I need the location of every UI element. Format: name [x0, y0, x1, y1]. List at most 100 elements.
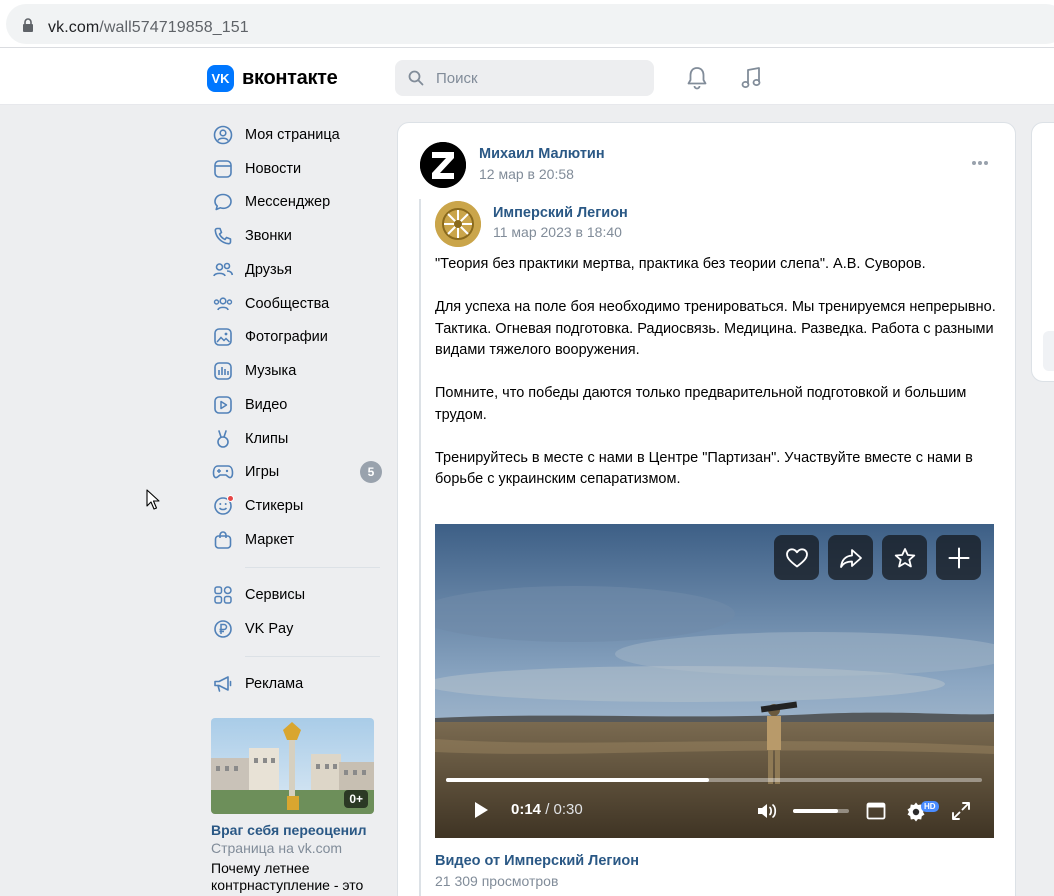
- like-video-button[interactable]: [774, 535, 819, 580]
- sidebar-item-news[interactable]: Новости: [206, 153, 384, 185]
- miniplayer-icon: [866, 802, 886, 820]
- services-grid-icon: [212, 584, 234, 606]
- stickers-new-dot: [227, 495, 234, 502]
- market-bag-icon: [212, 529, 234, 551]
- browser-url-bar: vk.com/wall574719858_151: [0, 0, 1054, 48]
- search-input[interactable]: Поиск: [395, 60, 654, 96]
- address-text: vk.com/wall574719858_151: [48, 19, 249, 37]
- video-progress-fill: [446, 778, 709, 782]
- sidebar-item-messenger[interactable]: Мессенджер: [206, 186, 384, 218]
- sidebar-item-label: Игры: [245, 464, 280, 480]
- sidebar-item-clips[interactable]: Клипы: [206, 423, 384, 455]
- bookmark-video-button[interactable]: [882, 535, 927, 580]
- repost-author-avatar[interactable]: [435, 201, 481, 247]
- video-progress-bar[interactable]: [446, 778, 982, 782]
- promo-title[interactable]: Враг себя переоценил: [211, 822, 367, 838]
- post-text: "Теория без практики мертва, практика бе…: [435, 256, 996, 487]
- promo-subtitle: Страница на vk.com: [211, 840, 343, 856]
- music-bars-icon: [212, 360, 234, 382]
- mouse-cursor-icon: [146, 489, 160, 510]
- music-note-icon[interactable]: [739, 65, 763, 91]
- sidebar-item-label: Моя страница: [245, 127, 340, 143]
- promo-text[interactable]: Почему летнее контрнаступление - это: [211, 860, 381, 894]
- lock-icon: [23, 18, 33, 32]
- megaphone-icon: [212, 673, 234, 695]
- friends-icon: [212, 259, 234, 281]
- clips-icon: [212, 428, 234, 450]
- fullscreen-icon: [952, 802, 970, 820]
- sidebar-item-stickers[interactable]: Стикеры: [206, 490, 384, 522]
- video-title[interactable]: Видео от Имперский Легион: [435, 853, 639, 869]
- sidebar-item-friends[interactable]: Друзья: [206, 254, 384, 286]
- wall-post: Михаил Малютин 12 мар в 20:58 Имперский …: [397, 122, 1016, 896]
- right-card-element: [1043, 331, 1054, 371]
- volume-button[interactable]: [756, 800, 780, 822]
- promo-image[interactable]: 0+: [211, 718, 374, 814]
- play-icon: [475, 802, 488, 818]
- fullscreen-button[interactable]: [950, 800, 972, 822]
- sidebar-item-label: Стикеры: [245, 498, 304, 514]
- add-video-button[interactable]: [936, 535, 981, 580]
- share-video-button[interactable]: [828, 535, 873, 580]
- post-more-icon[interactable]: [972, 161, 988, 165]
- post-author[interactable]: Михаил Малютин: [479, 146, 605, 162]
- vk-logo-text: вконтакте: [242, 67, 338, 89]
- sidebar-item-label: VK Pay: [245, 621, 294, 637]
- news-icon: [212, 158, 234, 180]
- miniplayer-button[interactable]: [865, 800, 887, 822]
- photo-icon: [212, 326, 234, 348]
- address-field[interactable]: vk.com/wall574719858_151: [6, 4, 1054, 44]
- age-rating-badge: 0+: [344, 790, 368, 808]
- sidebar-item-music[interactable]: Музыка: [206, 355, 384, 387]
- video-player[interactable]: 0:14 / 0:30 HD: [435, 524, 994, 838]
- sidebar-item-photos[interactable]: Фотографии: [206, 321, 384, 353]
- url-path: /wall574719858_151: [99, 19, 249, 36]
- sidebar-item-label: Сервисы: [245, 587, 306, 603]
- repost-border: [419, 199, 421, 896]
- sidebar-item-label: Маркет: [245, 532, 295, 548]
- vk-logo-icon: VK: [207, 65, 234, 92]
- volume-level: [793, 809, 838, 813]
- sidebar-divider: [245, 567, 380, 568]
- bell-icon[interactable]: [685, 65, 709, 91]
- sidebar-item-services[interactable]: Сервисы: [206, 579, 384, 611]
- sidebar-item-communities[interactable]: Сообщества: [206, 288, 384, 320]
- sidebar-item-ads[interactable]: Реклама: [206, 668, 384, 700]
- sidebar-item-label: Друзья: [245, 262, 293, 278]
- sidebar-item-label: Музыка: [245, 363, 297, 379]
- sidebar-item-vkpay[interactable]: VK Pay: [206, 613, 384, 645]
- hd-badge: HD: [921, 801, 939, 812]
- repost-author[interactable]: Имперский Легион: [493, 205, 628, 221]
- current-time: 0:14: [511, 801, 542, 818]
- video-views: 21 309 просмотров: [435, 873, 559, 889]
- volume-slider[interactable]: [793, 809, 849, 813]
- author-avatar[interactable]: [420, 142, 466, 188]
- sidebar-item-games[interactable]: Игры 5: [206, 456, 384, 488]
- sidebar-item-calls[interactable]: Звонки: [206, 220, 384, 252]
- sidebar-item-my-page[interactable]: Моя страница: [206, 119, 384, 151]
- repost-date[interactable]: 11 мар 2023 в 18:40: [493, 224, 622, 240]
- sidebar-item-label: Звонки: [245, 228, 292, 244]
- star-icon: [894, 547, 915, 567]
- sidebar-item-label: Видео: [245, 397, 288, 413]
- gamepad-icon: [212, 461, 234, 483]
- vk-logo[interactable]: VK вконтакте: [207, 65, 338, 92]
- sidebar-item-market[interactable]: Маркет: [206, 524, 384, 556]
- video-icon: [212, 394, 234, 416]
- time-separator: /: [541, 801, 554, 818]
- sticker-icon: [212, 495, 234, 517]
- duration: 0:30: [553, 801, 583, 818]
- url-host: vk.com: [48, 19, 100, 36]
- sidebar-item-label: Реклама: [245, 676, 304, 692]
- user-circle-icon: [212, 124, 234, 146]
- sidebar-item-label: Фотографии: [245, 329, 328, 345]
- sidebar-item-label: Мессенджер: [245, 194, 331, 210]
- search-placeholder: Поиск: [436, 70, 478, 87]
- sidebar-item-label: Сообщества: [245, 296, 330, 312]
- communities-icon: [212, 293, 234, 315]
- post-date[interactable]: 12 мар в 20:58: [479, 166, 574, 182]
- games-count-badge: 5: [360, 461, 382, 483]
- play-button[interactable]: [471, 800, 491, 820]
- sidebar-item-video[interactable]: Видео: [206, 389, 384, 421]
- sidebar-divider: [245, 656, 380, 657]
